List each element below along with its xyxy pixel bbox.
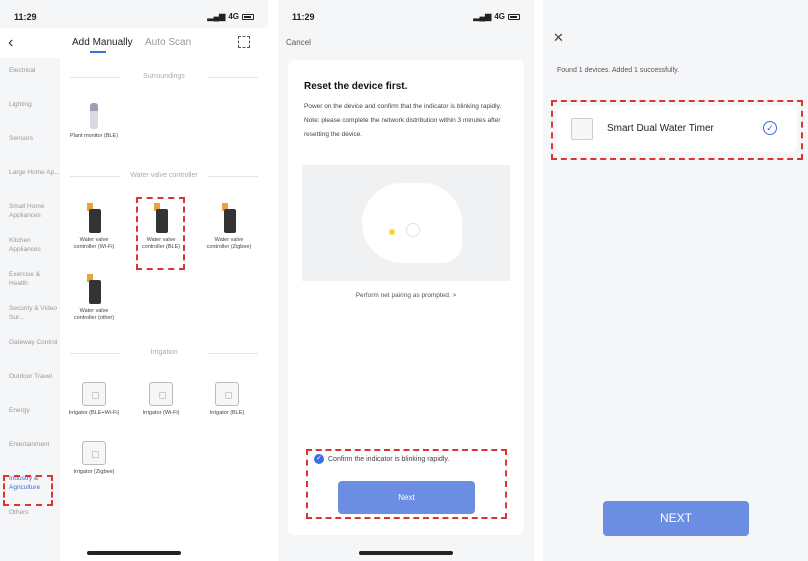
plant-monitor-icon — [90, 103, 98, 129]
device-found-screen: ✕ Found 1 devices. Added 1 successfully.… — [543, 0, 808, 561]
device-label: Plant monitor (BLE) — [70, 133, 118, 139]
valve-icon — [222, 203, 236, 233]
home-indicator — [359, 551, 453, 555]
valve-icon — [87, 203, 101, 233]
reset-button-icon — [406, 223, 420, 237]
battery-icon — [508, 13, 520, 20]
sidebar-item[interactable]: Entertainment — [0, 432, 60, 466]
device-label: Water valve controller (Zigbee) — [206, 237, 252, 250]
device-plant-monitor[interactable]: Plant monitor (BLE) — [68, 103, 120, 140]
device-grid: Surroundings Plant monitor (BLE) Water v… — [60, 58, 268, 561]
sidebar-item[interactable]: Exercise & Health — [0, 262, 60, 296]
tab-auto-scan[interactable]: Auto Scan — [145, 37, 191, 48]
device-irrigator-ble[interactable]: Irrigator (BLE) — [201, 382, 253, 417]
sidebar-item[interactable]: Gateway Control — [0, 330, 60, 364]
found-message: Found 1 devices. Added 1 successfully. — [557, 67, 680, 74]
device-label: Irrigator (Wi-Fi) — [142, 410, 180, 416]
pairing-link[interactable]: Perform net pairing as prompted. > — [288, 292, 524, 299]
battery-icon — [242, 13, 254, 20]
sidebar-item[interactable]: Security & Video Sur... — [0, 296, 60, 330]
sidebar-item[interactable]: Small Home Appliances — [0, 194, 60, 228]
valve-icon — [87, 274, 101, 304]
irrigator-icon — [82, 441, 106, 465]
network-label: 4G — [494, 12, 505, 21]
irrigator-icon — [82, 382, 106, 406]
panel-gap — [268, 0, 278, 561]
device-valve-zigbee[interactable]: Water valve controller (Zigbee) — [203, 203, 255, 251]
cancel-button[interactable]: Cancel — [286, 38, 311, 47]
scan-icon[interactable] — [238, 36, 250, 48]
section-water-valve: Water valve controller — [60, 172, 268, 179]
signal-icon: ▂▄▆ — [207, 12, 226, 21]
tab-add-manually[interactable]: Add Manually — [72, 37, 133, 53]
sidebar-item[interactable]: Lighting — [0, 92, 60, 126]
back-icon[interactable]: ‹ — [8, 34, 13, 52]
close-icon[interactable]: ✕ — [553, 30, 564, 46]
sidebar-item[interactable]: Energy — [0, 398, 60, 432]
sidebar-item[interactable]: Sensors — [0, 126, 60, 160]
highlight-device-card — [551, 100, 803, 160]
header: ‹ Add Manually Auto Scan — [0, 28, 268, 58]
device-irrigator-ble-wifi[interactable]: Irrigator (BLE+Wi-Fi) — [68, 382, 120, 417]
device-illustration — [302, 165, 510, 281]
irrigator-icon — [149, 382, 173, 406]
device-irrigator-wifi[interactable]: Irrigator (Wi-Fi) — [135, 382, 187, 417]
device-valve-other[interactable]: Water valve controller (other) — [68, 274, 120, 322]
section-surroundings: Surroundings — [60, 73, 268, 80]
highlight-valve-ble — [136, 197, 185, 270]
device-valve-wifi[interactable]: Water valve controller (Wi-Fi) — [68, 203, 120, 251]
signal-icon: ▂▄▆ — [473, 12, 492, 21]
status-bar: 11:29 ▂▄▆ 4G — [278, 12, 534, 26]
highlight-industry-agriculture — [3, 475, 53, 506]
device-label: Irrigator (BLE+Wi-Fi) — [68, 410, 120, 416]
device-shape — [362, 183, 462, 263]
device-label: Water valve controller (other) — [73, 308, 115, 321]
device-label: Irrigator (Zigbee) — [73, 469, 115, 475]
status-right: ▂▄▆ 4G — [473, 12, 520, 21]
next-button[interactable]: NEXT — [603, 501, 749, 536]
status-time: 11:29 — [292, 12, 315, 22]
reset-instructions: Power on the device and confirm that the… — [304, 103, 502, 138]
panel-gap — [534, 0, 543, 561]
status-right: ▂▄▆ 4G — [207, 12, 254, 21]
highlight-confirm-next — [306, 449, 507, 519]
home-indicator — [87, 551, 181, 555]
status-time: 11:29 — [14, 12, 37, 22]
reset-title: Reset the device first. — [304, 81, 408, 92]
sidebar-item[interactable]: Outdoor Travel — [0, 364, 60, 398]
sidebar-item[interactable]: Electrical — [0, 58, 60, 92]
status-bar: 11:29 ▂▄▆ 4G — [0, 12, 268, 26]
device-label: Irrigator (BLE) — [209, 410, 245, 416]
indicator-light-icon — [389, 229, 395, 235]
network-label: 4G — [228, 12, 239, 21]
device-irrigator-zigbee[interactable]: Irrigator (Zigbee) — [68, 441, 120, 476]
sidebar-item[interactable]: Kitchen Appliances — [0, 228, 60, 262]
section-irrigation: Irrigation — [60, 349, 268, 356]
irrigator-icon — [215, 382, 239, 406]
sidebar-item[interactable]: Large Home Ap... — [0, 160, 60, 194]
device-label: Water valve controller (Wi-Fi) — [73, 237, 115, 250]
